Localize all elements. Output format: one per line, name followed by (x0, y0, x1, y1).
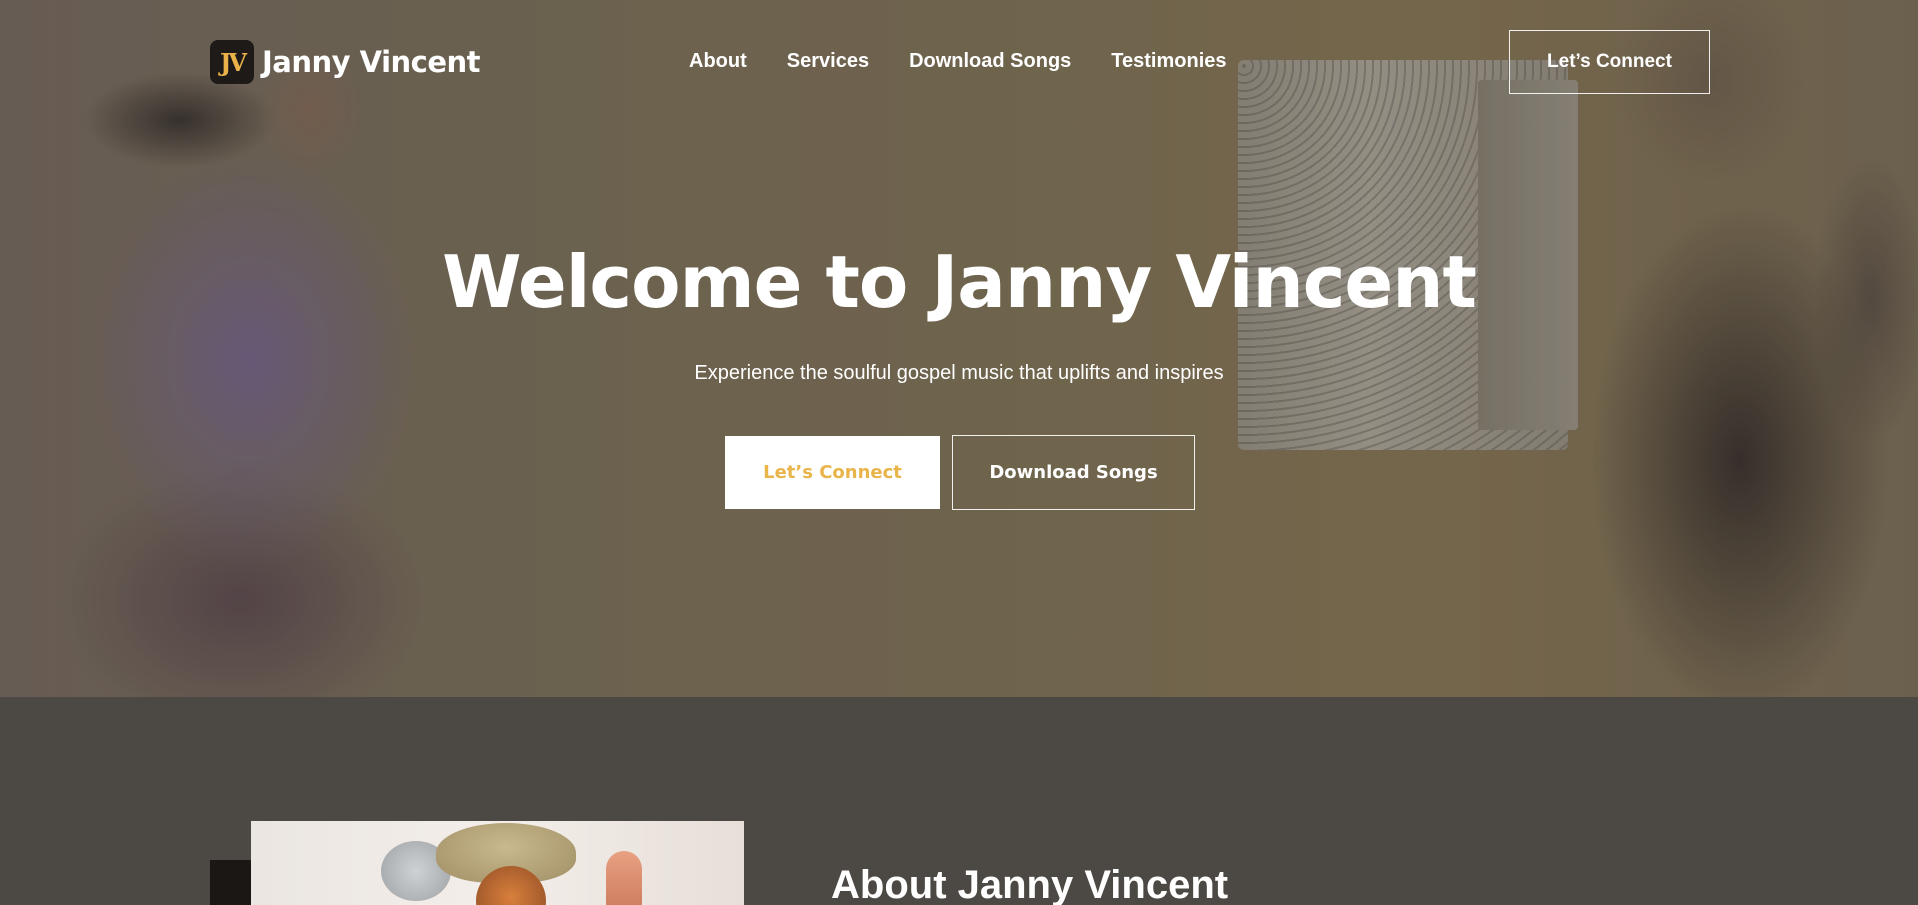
about-photo (251, 821, 744, 905)
logo[interactable]: JV Janny Vincent (210, 40, 481, 84)
nav-item-services[interactable]: Services (787, 50, 869, 73)
nav-item-testimonies[interactable]: Testimonies (1111, 50, 1226, 73)
about-title: About Janny Vincent (831, 863, 1229, 905)
about-section: About Janny Vincent (0, 697, 1918, 905)
raised-hand (606, 851, 642, 905)
hero-download-songs-button[interactable]: Download Songs (952, 435, 1195, 510)
nav-item-about[interactable]: About (689, 50, 747, 73)
nav-item-download-songs[interactable]: Download Songs (909, 50, 1071, 73)
hero-section: JV Janny Vincent About Services Download… (0, 0, 1918, 697)
logo-mark-icon: JV (210, 40, 254, 84)
main-nav: About Services Download Songs Testimonie… (689, 50, 1227, 73)
hero-overlay (0, 0, 1918, 697)
logo-text: Janny Vincent (262, 45, 481, 79)
hero-title: Welcome to Janny Vincent (442, 240, 1477, 324)
hero-subtitle: Experience the soulful gospel music that… (694, 362, 1224, 384)
hero-lets-connect-button[interactable]: Let’s Connect (725, 436, 940, 509)
nav-lets-connect-button[interactable]: Let’s Connect (1509, 30, 1710, 94)
